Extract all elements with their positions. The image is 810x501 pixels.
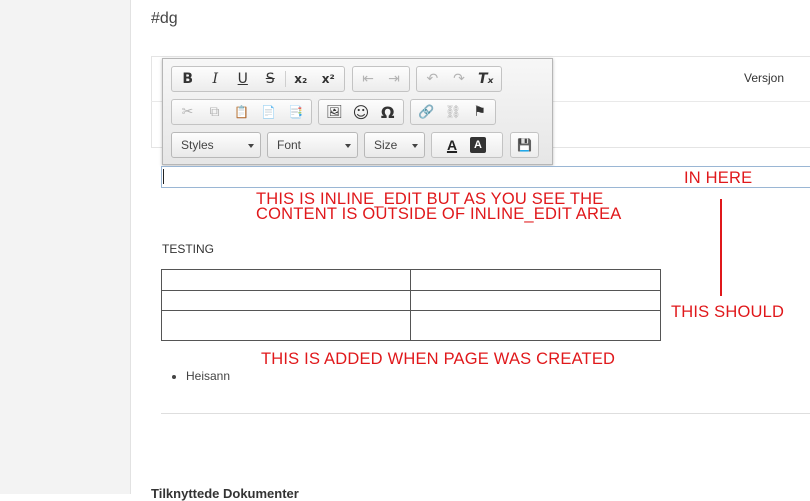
- section-divider: [161, 413, 810, 414]
- background-color-button[interactable]: A: [470, 137, 486, 153]
- content-table: [161, 269, 661, 341]
- font-dropdown[interactable]: Font: [267, 132, 358, 158]
- outdent-icon[interactable]: ⇤: [355, 68, 381, 90]
- font-dropdown-label: Font: [277, 138, 302, 152]
- smiley-icon[interactable]: ☺: [348, 101, 375, 123]
- table-cell[interactable]: [410, 310, 661, 341]
- table-row: [161, 269, 661, 291]
- chevron-down-icon: [248, 144, 254, 148]
- styles-dropdown-label: Styles: [181, 138, 214, 152]
- size-dropdown[interactable]: Size: [364, 132, 425, 158]
- clipboard-group: ✂ ⧉ 📋 📄 📑: [171, 99, 312, 125]
- undo-icon[interactable]: ↶: [419, 68, 446, 90]
- table-cell[interactable]: [161, 269, 411, 291]
- color-group: A A: [431, 132, 503, 158]
- link-icon[interactable]: 🔗: [413, 101, 440, 123]
- text-color-button[interactable]: A: [436, 134, 468, 156]
- text-caret: [163, 169, 164, 184]
- unlink-icon[interactable]: ⛓: [440, 101, 467, 123]
- page-title: #dg: [151, 10, 178, 27]
- link-group: 🔗 ⛓ ⚑: [410, 99, 496, 125]
- subscript-button[interactable]: x₂: [287, 68, 315, 90]
- chevron-down-icon: [412, 144, 418, 148]
- annotation-this-should: THIS SHOULD: [671, 303, 785, 321]
- annotation-added-when-created: THIS IS ADDED WHEN PAGE WAS CREATED: [261, 350, 616, 368]
- indent-group: ⇤ ⇥: [352, 66, 410, 92]
- italic-button[interactable]: I: [202, 68, 230, 90]
- undo-group: ↶ ↷ Tₓ: [416, 66, 502, 92]
- redo-icon[interactable]: ↷: [446, 68, 473, 90]
- annotation-inline-edit-line-2: CONTENT IS OUTSIDE OF INLINE_EDIT AREA: [256, 205, 622, 223]
- superscript-button[interactable]: x²: [314, 68, 342, 90]
- left-gutter: [0, 0, 131, 494]
- underline-button[interactable]: U: [229, 68, 257, 90]
- remove-format-icon[interactable]: Tₓ: [472, 68, 499, 90]
- anchor-flag-icon[interactable]: ⚑: [466, 101, 493, 123]
- basic-styles-group: B I U S x₂ x²: [171, 66, 345, 92]
- table-cell[interactable]: [161, 290, 411, 311]
- chevron-down-icon: [345, 144, 351, 148]
- table-cell[interactable]: [161, 310, 411, 341]
- table-row: [161, 290, 661, 311]
- special-char-icon[interactable]: Ω: [374, 101, 401, 123]
- inline-editor-toolbar: B I U S x₂ x² ⇤ ⇥ ↶ ↷ Tₓ ✂ ⧉ 📋 📄 📑 🖼 ☺ Ω…: [162, 58, 553, 165]
- strikethrough-button[interactable]: S: [257, 68, 285, 90]
- styles-dropdown[interactable]: Styles: [171, 132, 261, 158]
- paste-word-icon[interactable]: 📑: [282, 101, 309, 123]
- save-group: 💾: [510, 132, 539, 158]
- toolbar-separator: [285, 71, 286, 87]
- list-item: Heisann: [186, 369, 230, 383]
- indent-icon[interactable]: ⇥: [381, 68, 407, 90]
- cut-icon[interactable]: ✂: [174, 101, 201, 123]
- table-row: [161, 310, 661, 341]
- paste-icon[interactable]: 📋: [228, 101, 255, 123]
- annotation-arrow-line: [720, 199, 722, 296]
- bold-button[interactable]: B: [174, 68, 202, 90]
- image-icon[interactable]: 🖼: [321, 101, 348, 123]
- column-header-version: Versjon: [744, 71, 785, 85]
- insert-group: 🖼 ☺ Ω: [318, 99, 404, 125]
- table-cell[interactable]: [410, 269, 661, 291]
- size-dropdown-label: Size: [374, 138, 398, 152]
- content-bullet-list: Heisann: [168, 369, 230, 383]
- annotation-in-here: IN HERE: [684, 169, 753, 187]
- content-testing-text: TESTING: [162, 242, 215, 256]
- copy-icon[interactable]: ⧉: [201, 101, 228, 123]
- save-icon[interactable]: 💾: [514, 134, 536, 156]
- paste-text-icon[interactable]: 📄: [255, 101, 282, 123]
- table-cell[interactable]: [410, 290, 661, 311]
